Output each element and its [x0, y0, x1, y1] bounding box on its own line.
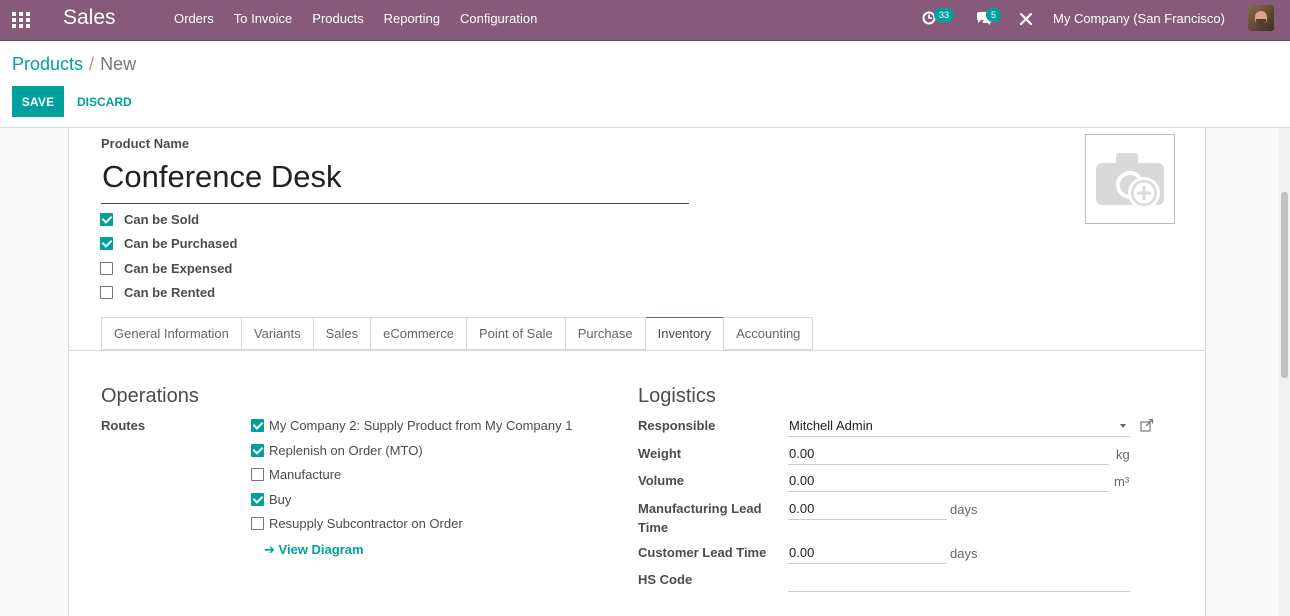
top-navbar: Sales Orders To Invoice Products Reporti…	[0, 0, 1290, 41]
messaging-menu[interactable]: 5	[975, 0, 1005, 40]
route-label: My Company 2: Supply Product from My Com…	[269, 417, 573, 433]
form-sheet: Product Name Conference Desk Can be Sold…	[68, 128, 1206, 616]
routes-label: Routes	[101, 418, 146, 433]
activity-count-badge: 33	[934, 8, 955, 22]
option-label: Can be Expensed	[124, 260, 233, 276]
user-avatar[interactable]	[1248, 5, 1274, 31]
tabs-divider	[69, 350, 1205, 351]
customer-lead-time-unit: days	[950, 546, 978, 561]
tab-sales[interactable]: Sales	[313, 317, 372, 350]
vertical-scrollbar[interactable]	[1279, 128, 1290, 616]
camera-add-icon	[1096, 153, 1164, 209]
volume-input[interactable]: 0.00	[788, 470, 1109, 492]
tab-ecommerce[interactable]: eCommerce	[371, 317, 467, 350]
notebook-tabs: General Information Variants Sales eComm…	[101, 317, 814, 350]
volume-label: Volume	[638, 473, 684, 488]
product-name-label: Product Name	[101, 136, 190, 151]
route-item[interactable]: Resupply Subcontractor on Order	[251, 514, 463, 532]
app-title[interactable]: Sales	[63, 6, 116, 30]
weight-label: Weight	[638, 446, 682, 461]
product-image-upload[interactable]	[1085, 134, 1175, 224]
control-panel: Products / New SAVE DISCARD	[0, 41, 1290, 128]
customer-lead-time-label: Customer Lead Time	[638, 545, 767, 560]
customer-lead-time-input[interactable]: 0.00	[788, 542, 947, 564]
save-button[interactable]: SAVE	[12, 86, 64, 117]
tab-purchase[interactable]: Purchase	[565, 317, 646, 350]
route-item[interactable]: Buy	[251, 490, 291, 508]
checkbox-checked[interactable]	[251, 492, 264, 506]
breadcrumb-separator: /	[89, 54, 95, 74]
weight-unit: kg	[1116, 447, 1130, 462]
option-label: Can be Rented	[124, 284, 216, 300]
menu-reporting[interactable]: Reporting	[374, 0, 450, 40]
manufacturing-lead-time-unit: days	[950, 502, 978, 517]
manufacturing-lead-time-label-line-1: Manufacturing Lead	[638, 501, 762, 516]
volume-unit: m³	[1114, 474, 1130, 489]
manufacturing-lead-time-label: Manufacturing Lead Time	[638, 499, 762, 537]
tab-point-of-sale[interactable]: Point of Sale	[466, 317, 566, 350]
responsible-select[interactable]: Mitchell Admin	[788, 415, 1130, 437]
debug-tools[interactable]	[1018, 0, 1036, 40]
discard-button[interactable]: DISCARD	[67, 86, 142, 117]
checkbox-unchecked[interactable]	[251, 516, 264, 530]
route-item[interactable]: Replenish on Order (MTO)	[251, 441, 423, 459]
route-item[interactable]: My Company 2: Supply Product from My Com…	[251, 416, 572, 434]
option-can-be-expensed[interactable]: Can be Expensed	[100, 259, 232, 277]
route-label: Replenish on Order (MTO)	[269, 442, 423, 458]
company-switcher[interactable]: My Company (San Francisco)	[1053, 11, 1225, 26]
manufacturing-lead-time-label-line-2: Time	[638, 520, 669, 535]
route-label: Resupply Subcontractor on Order	[269, 515, 463, 531]
responsible-label: Responsible	[638, 418, 716, 433]
option-label: Can be Sold	[124, 211, 200, 227]
menu-products[interactable]: Products	[302, 0, 373, 40]
breadcrumb: Products / New	[12, 54, 136, 75]
route-label: Buy	[269, 491, 292, 507]
checkbox-unchecked[interactable]	[100, 261, 113, 275]
checkbox-checked[interactable]	[100, 212, 113, 226]
arrow-right-icon: ➔	[264, 542, 275, 557]
checkbox-checked[interactable]	[100, 236, 113, 250]
messages-count-badge: 5	[986, 8, 1002, 22]
hs-code-input[interactable]	[788, 570, 1130, 592]
checkbox-unchecked[interactable]	[251, 467, 264, 481]
view-diagram-link[interactable]: ➔ View Diagram	[264, 542, 364, 558]
operations-title: Operations	[101, 385, 199, 407]
external-link-icon[interactable]	[1140, 418, 1154, 435]
route-item[interactable]: Manufacture	[251, 465, 341, 483]
product-name-input[interactable]: Conference Desk	[101, 156, 689, 204]
tab-variants[interactable]: Variants	[241, 317, 314, 350]
hs-code-label: HS Code	[638, 572, 693, 587]
menu-configuration[interactable]: Configuration	[450, 0, 547, 40]
breadcrumb-current: New	[100, 54, 137, 74]
tab-accounting[interactable]: Accounting	[724, 317, 814, 350]
apps-menu-icon[interactable]	[12, 12, 30, 28]
weight-input[interactable]: 0.00	[788, 443, 1109, 465]
menu-orders[interactable]: Orders	[164, 0, 224, 40]
view-diagram-label: View Diagram	[278, 542, 364, 557]
checkbox-unchecked[interactable]	[100, 285, 113, 299]
option-can-be-purchased[interactable]: Can be Purchased	[100, 234, 237, 252]
option-can-be-sold[interactable]: Can be Sold	[100, 210, 199, 228]
checkbox-checked[interactable]	[251, 418, 264, 432]
main-menu: Orders To Invoice Products Reporting Con…	[164, 0, 547, 40]
activity-menu[interactable]: 33	[920, 0, 956, 40]
option-can-be-rented[interactable]: Can be Rented	[100, 283, 215, 301]
option-label: Can be Purchased	[124, 235, 238, 251]
breadcrumb-products[interactable]: Products	[12, 54, 83, 74]
chevron-down-icon	[1120, 424, 1126, 428]
manufacturing-lead-time-input[interactable]: 0.00	[788, 498, 947, 520]
tools-icon	[1019, 12, 1033, 26]
menu-to-invoice[interactable]: To Invoice	[224, 0, 303, 40]
checkbox-checked[interactable]	[251, 443, 264, 457]
responsible-value: Mitchell Admin	[789, 418, 873, 433]
logistics-title: Logistics	[638, 385, 716, 407]
scrollbar-thumb[interactable]	[1281, 192, 1288, 378]
tab-general-information[interactable]: General Information	[101, 317, 242, 350]
route-label: Manufacture	[269, 466, 342, 482]
tab-inventory[interactable]: Inventory	[645, 317, 725, 350]
